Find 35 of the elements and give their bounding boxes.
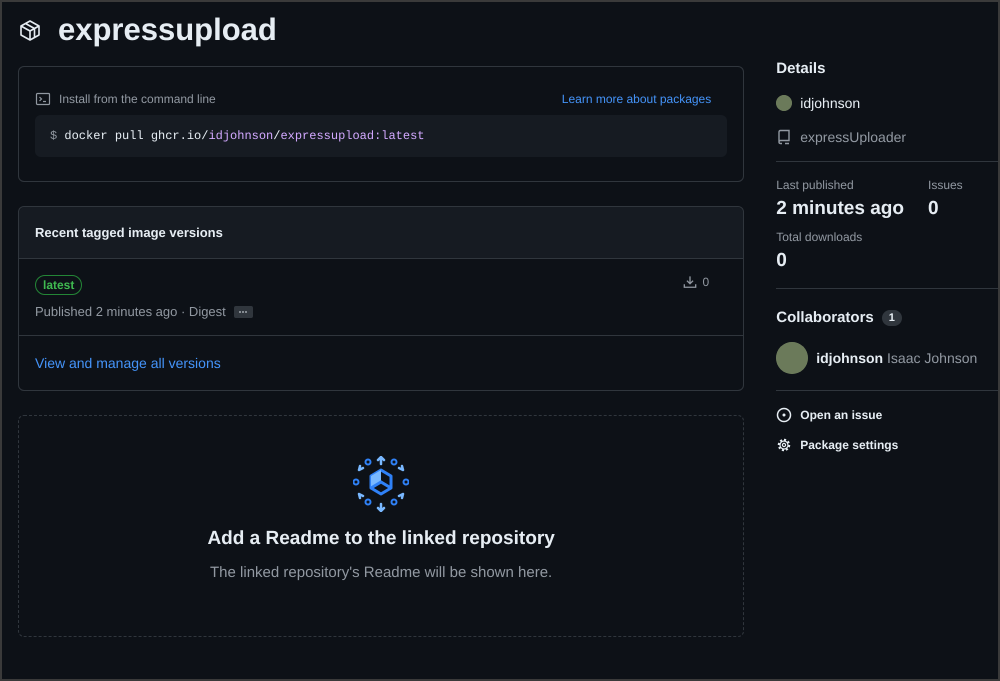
issue-icon <box>776 407 792 423</box>
manage-versions-link[interactable]: View and manage all versions <box>35 355 221 371</box>
stat-label: Total downloads <box>776 230 864 244</box>
collaborator-name[interactable]: idjohnson Isaac Johnson <box>816 350 978 366</box>
collaborator-count: 1 <box>882 310 902 326</box>
download-icon <box>682 275 697 289</box>
download-count: 0 <box>702 275 710 289</box>
details-title: Details <box>776 60 826 77</box>
terminal-icon <box>35 91 51 107</box>
package-icon <box>18 18 42 42</box>
package-title: expressupload <box>58 12 277 48</box>
stat-label: Issues <box>928 178 963 192</box>
learn-more-link[interactable]: Learn more about packages <box>562 92 712 106</box>
readme-title: Add a Readme to the linked repository <box>207 528 555 550</box>
install-label: Install from the command line <box>59 92 216 106</box>
command-block: $ docker pull ghcr.io/idjohnson/expressupload:latest <box>35 115 728 157</box>
digest-button[interactable]: ··· <box>234 306 253 318</box>
avatar <box>776 95 792 111</box>
stat-value: 2 minutes ago <box>776 198 904 220</box>
repo-icon <box>776 129 792 145</box>
package-hub-icon <box>353 456 410 512</box>
owner-link[interactable]: idjohnson <box>800 95 860 111</box>
settings-icon <box>776 437 792 453</box>
settings-link[interactable]: Package settings <box>776 437 998 453</box>
readme-description: The linked repository's Readme will be shown here. <box>210 564 552 581</box>
stat-label: Last published <box>776 178 855 192</box>
avatar <box>776 342 808 374</box>
repository-link[interactable]: expressUploader <box>800 129 906 145</box>
version-tag[interactable]: latest <box>35 275 82 295</box>
stat-value: 0 <box>928 198 940 220</box>
versions-title: Recent tagged image versions <box>19 207 744 259</box>
stat-value: 0 <box>776 250 788 272</box>
collaborators-title: Collaborators <box>776 309 874 326</box>
published-text: Published 2 minutes ago · Digest <box>35 304 226 319</box>
issue-link[interactable]: Open an issue <box>776 407 998 423</box>
